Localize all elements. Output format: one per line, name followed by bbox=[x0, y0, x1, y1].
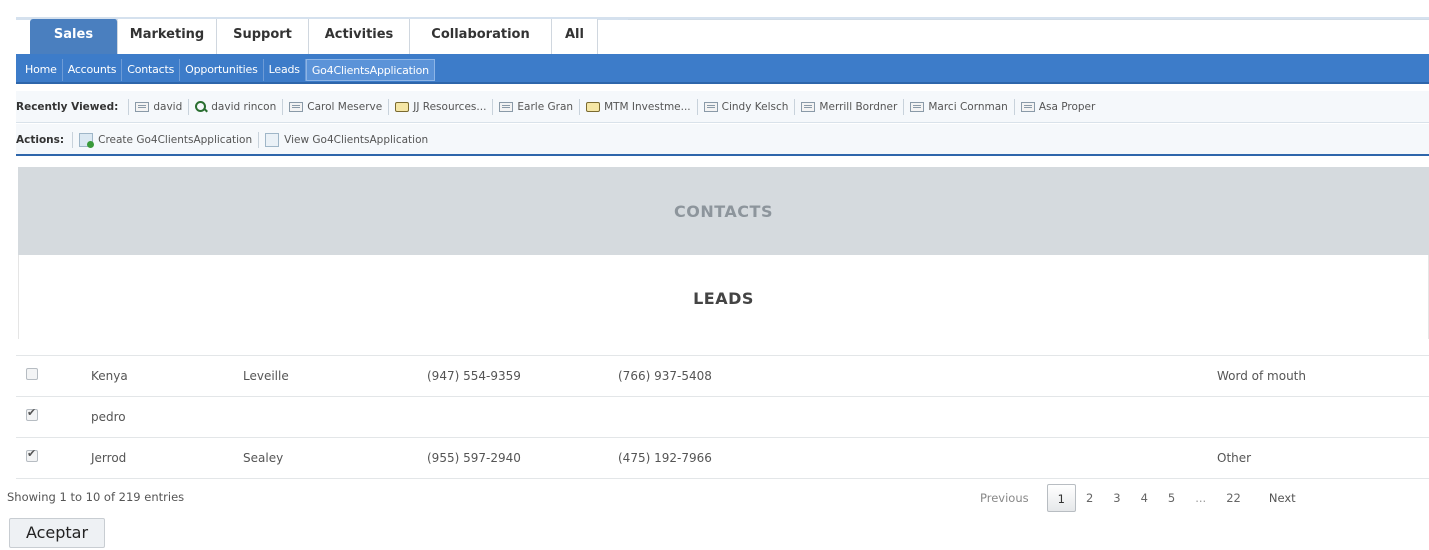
recent-item-label: Cindy Kelsch bbox=[721, 101, 789, 113]
actions-label: Actions: bbox=[16, 134, 65, 146]
first-name-cell: Jerrod bbox=[91, 451, 127, 465]
lead-source-cell: Word of mouth bbox=[1217, 369, 1306, 383]
mobile-cell: (766) 937-5408 bbox=[618, 369, 712, 383]
subnav-home[interactable]: Home bbox=[20, 59, 63, 81]
create-go4clientsapplication-action[interactable]: Create Go4ClientsApplication bbox=[72, 132, 258, 148]
contacts-section-header[interactable]: CONTACTS bbox=[18, 167, 1429, 255]
recently-viewed-bar: Recently Viewed: david david rincon Caro… bbox=[16, 91, 1429, 123]
pagination-page-4[interactable]: 4 bbox=[1131, 484, 1158, 512]
mobile-cell: (475) 192-7966 bbox=[618, 451, 712, 465]
recent-item-carol-meserve[interactable]: Carol Meserve bbox=[282, 99, 388, 115]
leads-title: LEADS bbox=[693, 289, 754, 308]
pagination-page-2[interactable]: 2 bbox=[1076, 484, 1103, 512]
recent-item-marci-cornman[interactable]: Marci Cornman bbox=[903, 99, 1013, 115]
phone-cell: (955) 597-2940 bbox=[427, 451, 521, 465]
account-icon bbox=[395, 102, 410, 112]
actions-bar: Actions: Create Go4ClientsApplication Vi… bbox=[16, 124, 1429, 156]
module-tab-bar: Sales Marketing Support Activities Colla… bbox=[0, 0, 1429, 55]
pagination-page-5[interactable]: 5 bbox=[1158, 484, 1185, 512]
first-name-cell: pedro bbox=[91, 410, 126, 424]
contact-icon bbox=[801, 102, 816, 112]
view-icon bbox=[265, 133, 280, 147]
table-row[interactable]: Jerrod Sealey (955) 597-2940 (475) 192-7… bbox=[16, 437, 1429, 478]
contact-icon bbox=[135, 102, 150, 112]
recent-item-label: MTM Investme... bbox=[604, 101, 691, 113]
recent-item-jj-resources[interactable]: JJ Resources... bbox=[388, 99, 492, 115]
recent-item-david[interactable]: david bbox=[128, 99, 188, 115]
recent-item-label: Merrill Bordner bbox=[819, 101, 898, 113]
pagination: Previous 1 2 3 4 5 ... 22 Next bbox=[970, 484, 1306, 512]
subnav-go4clientsapplication[interactable]: Go4ClientsApplication bbox=[305, 59, 435, 81]
table-bottom-border bbox=[16, 478, 1429, 479]
lead-source-cell: Other bbox=[1217, 451, 1252, 465]
search-icon bbox=[195, 101, 207, 113]
first-name-cell: Kenya bbox=[91, 369, 128, 383]
module-tabs: Sales Marketing Support Activities Colla… bbox=[30, 19, 598, 54]
recent-item-mtm-investme[interactable]: MTM Investme... bbox=[579, 99, 697, 115]
tab-support[interactable]: Support bbox=[217, 19, 309, 54]
table-row[interactable]: Kenya Leveille (947) 554-9359 (766) 937-… bbox=[16, 355, 1429, 396]
contact-icon bbox=[289, 102, 304, 112]
pagination-next[interactable]: Next bbox=[1259, 484, 1306, 512]
last-name-cell: Leveille bbox=[243, 369, 289, 383]
recent-item-david-rincon[interactable]: david rincon bbox=[188, 99, 282, 115]
recent-item-label: david bbox=[153, 101, 183, 113]
tab-activities[interactable]: Activities bbox=[309, 19, 410, 54]
table-row[interactable]: pedro bbox=[16, 396, 1429, 437]
contact-icon bbox=[1020, 102, 1035, 112]
action-label: Create Go4ClientsApplication bbox=[98, 134, 253, 146]
module-bar-filler bbox=[628, 19, 1429, 54]
tab-collaboration[interactable]: Collaboration bbox=[410, 19, 552, 54]
tab-marketing[interactable]: Marketing bbox=[118, 19, 217, 54]
leads-section-header[interactable]: LEADS bbox=[18, 255, 1429, 339]
aceptar-button[interactable]: Aceptar bbox=[9, 518, 105, 548]
recent-item-earle-gran[interactable]: Earle Gran bbox=[492, 99, 579, 115]
subnav-opportunities[interactable]: Opportunities bbox=[180, 59, 264, 81]
recent-item-label: JJ Resources... bbox=[413, 101, 487, 113]
recent-item-merrill-bordner[interactable]: Merrill Bordner bbox=[794, 99, 903, 115]
subnav-contacts[interactable]: Contacts bbox=[122, 59, 181, 81]
contacts-title: CONTACTS bbox=[674, 202, 773, 221]
pagination-page-22[interactable]: 22 bbox=[1216, 484, 1251, 512]
contact-icon bbox=[703, 102, 718, 112]
create-icon bbox=[79, 133, 95, 148]
action-label: View Go4ClientsApplication bbox=[284, 134, 429, 146]
recent-item-asa-proper[interactable]: Asa Proper bbox=[1013, 99, 1102, 115]
phone-cell: (947) 554-9359 bbox=[427, 369, 521, 383]
subnav-leads[interactable]: Leads bbox=[264, 59, 306, 81]
tab-all[interactable]: All bbox=[552, 19, 598, 54]
recent-item-label: Marci Cornman bbox=[928, 101, 1008, 113]
sub-navigation: Home Accounts Contacts Opportunities Lea… bbox=[16, 54, 1429, 84]
subnav-accounts[interactable]: Accounts bbox=[63, 59, 123, 81]
view-go4clientsapplication-action[interactable]: View Go4ClientsApplication bbox=[258, 132, 434, 148]
recent-item-label: Carol Meserve bbox=[307, 101, 383, 113]
recent-item-cindy-kelsch[interactable]: Cindy Kelsch bbox=[696, 99, 795, 115]
row-checkbox[interactable] bbox=[26, 368, 38, 380]
pagination-previous[interactable]: Previous bbox=[970, 484, 1039, 512]
pagination-ellipsis: ... bbox=[1195, 491, 1207, 505]
row-checkbox[interactable] bbox=[26, 406, 38, 421]
table-info: Showing 1 to 10 of 219 entries bbox=[7, 490, 185, 504]
recent-item-label: david rincon bbox=[211, 101, 277, 113]
row-checkbox[interactable] bbox=[26, 447, 38, 462]
tab-sales[interactable]: Sales bbox=[30, 19, 118, 54]
pagination-page-3[interactable]: 3 bbox=[1103, 484, 1130, 512]
recently-viewed-label: Recently Viewed: bbox=[16, 101, 119, 113]
leads-table: Kenya Leveille (947) 554-9359 (766) 937-… bbox=[16, 355, 1429, 478]
pagination-page-1[interactable]: 1 bbox=[1046, 484, 1076, 512]
recent-item-label: Earle Gran bbox=[517, 101, 574, 113]
contact-icon bbox=[910, 102, 925, 112]
contact-icon bbox=[499, 102, 514, 112]
account-icon bbox=[586, 102, 601, 112]
recent-item-label: Asa Proper bbox=[1038, 101, 1096, 113]
last-name-cell: Sealey bbox=[243, 451, 284, 465]
